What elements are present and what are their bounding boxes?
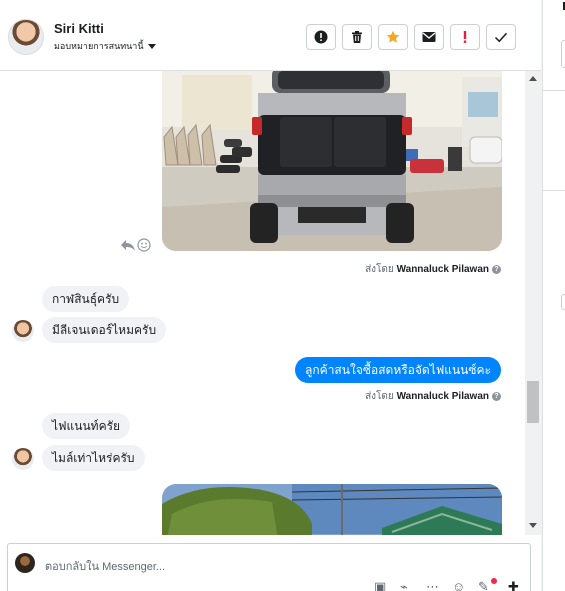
incoming-message: ไมล์เท่าไหร่ครับ: [42, 445, 145, 471]
notification-dot: [491, 578, 497, 584]
sent-by-info: ส่งโดย Wannaluck Pilawan?: [365, 262, 501, 277]
contact-avatar-small[interactable]: [12, 448, 34, 470]
divider: [543, 190, 565, 191]
star-icon: [386, 30, 400, 43]
attachment-icon[interactable]: ⌁: [400, 579, 408, 591]
caret-down-icon: [147, 44, 156, 50]
contact-name[interactable]: Siri Kitti: [54, 21, 104, 36]
follow-up-button[interactable]: [450, 24, 480, 50]
exclamation-icon: [463, 31, 467, 43]
page-avatar: [15, 553, 35, 573]
mark-done-button[interactable]: [486, 24, 516, 50]
mark-spam-button[interactable]: [306, 24, 336, 50]
agent-name: Wannaluck Pilawan: [396, 264, 489, 275]
exclamation-circle-icon: [314, 30, 328, 44]
divider: [543, 90, 565, 91]
incoming-message: ไฟแนนท์ครัย: [42, 413, 131, 439]
trash-icon: [352, 31, 362, 43]
message-composer[interactable]: ตอบกลับใน Messenger... ▣ ⌁ ⋯ ☺ ✎ ✚: [7, 543, 531, 591]
conversation-pane: Siri Kitti มอบหมายการสนทนานี้ ส่งโดย Wan…: [0, 0, 541, 591]
reply-icon[interactable]: [120, 238, 136, 252]
scroll-down-arrow-icon[interactable]: [529, 523, 537, 529]
sticker-icon[interactable]: ✎: [478, 579, 489, 591]
assign-label: มอบหมายการสนทนานี้: [54, 41, 144, 51]
emoji-icon[interactable]: ☺: [452, 579, 465, 591]
check-icon: [494, 32, 508, 43]
assign-conversation-dropdown[interactable]: มอบหมายการสนทนานี้: [54, 39, 156, 53]
building-photo-image: [162, 484, 502, 535]
sent-by-prefix: ส่งโดย: [365, 264, 394, 275]
car-photo-image: [162, 71, 502, 251]
help-icon[interactable]: ?: [492, 391, 501, 401]
more-options-icon[interactable]: ⋯: [426, 579, 439, 591]
shared-photo-building[interactable]: [162, 484, 502, 535]
incoming-message: กาฬสินธุ์ครับ: [42, 286, 130, 312]
thread-scrollbar[interactable]: [525, 71, 541, 535]
conversation-header: Siri Kitti มอบหมายการสนทนานี้: [0, 0, 541, 71]
agent-name: Wannaluck Pilawan: [396, 391, 489, 402]
star-button[interactable]: [378, 24, 408, 50]
reply-input[interactable]: ตอบกลับใน Messenger...: [45, 557, 165, 575]
contact-avatar[interactable]: [8, 19, 44, 55]
like-icon[interactable]: ✚: [508, 579, 519, 591]
side-panel: [542, 0, 565, 591]
side-panel-button[interactable]: [561, 40, 565, 68]
contact-avatar-small[interactable]: [12, 320, 34, 342]
scroll-up-arrow-icon[interactable]: [529, 75, 537, 81]
incoming-message: มีลีเจนเดอร์ไหมครับ: [42, 317, 167, 343]
saved-replies-icon[interactable]: ▣: [374, 579, 386, 591]
sent-by-info: ส่งโดย Wannaluck Pilawan?: [365, 389, 501, 404]
scrollbar-thumb[interactable]: [527, 381, 539, 423]
message-thread: ส่งโดย Wannaluck Pilawan? กาฬสินธุ์ครับ …: [0, 71, 525, 535]
sent-by-prefix: ส่งโดย: [365, 391, 394, 402]
emoji-react-icon[interactable]: [137, 238, 151, 252]
outgoing-message: ลูกค้าสนใจซื้อสดหรือจัดไฟแนนซ์คะ: [295, 357, 501, 383]
help-icon[interactable]: ?: [492, 264, 501, 274]
envelope-icon: [422, 32, 436, 42]
delete-button[interactable]: [342, 24, 372, 50]
mark-unread-button[interactable]: [414, 24, 444, 50]
side-panel-input[interactable]: [561, 294, 565, 310]
shared-photo-car[interactable]: [162, 71, 502, 251]
